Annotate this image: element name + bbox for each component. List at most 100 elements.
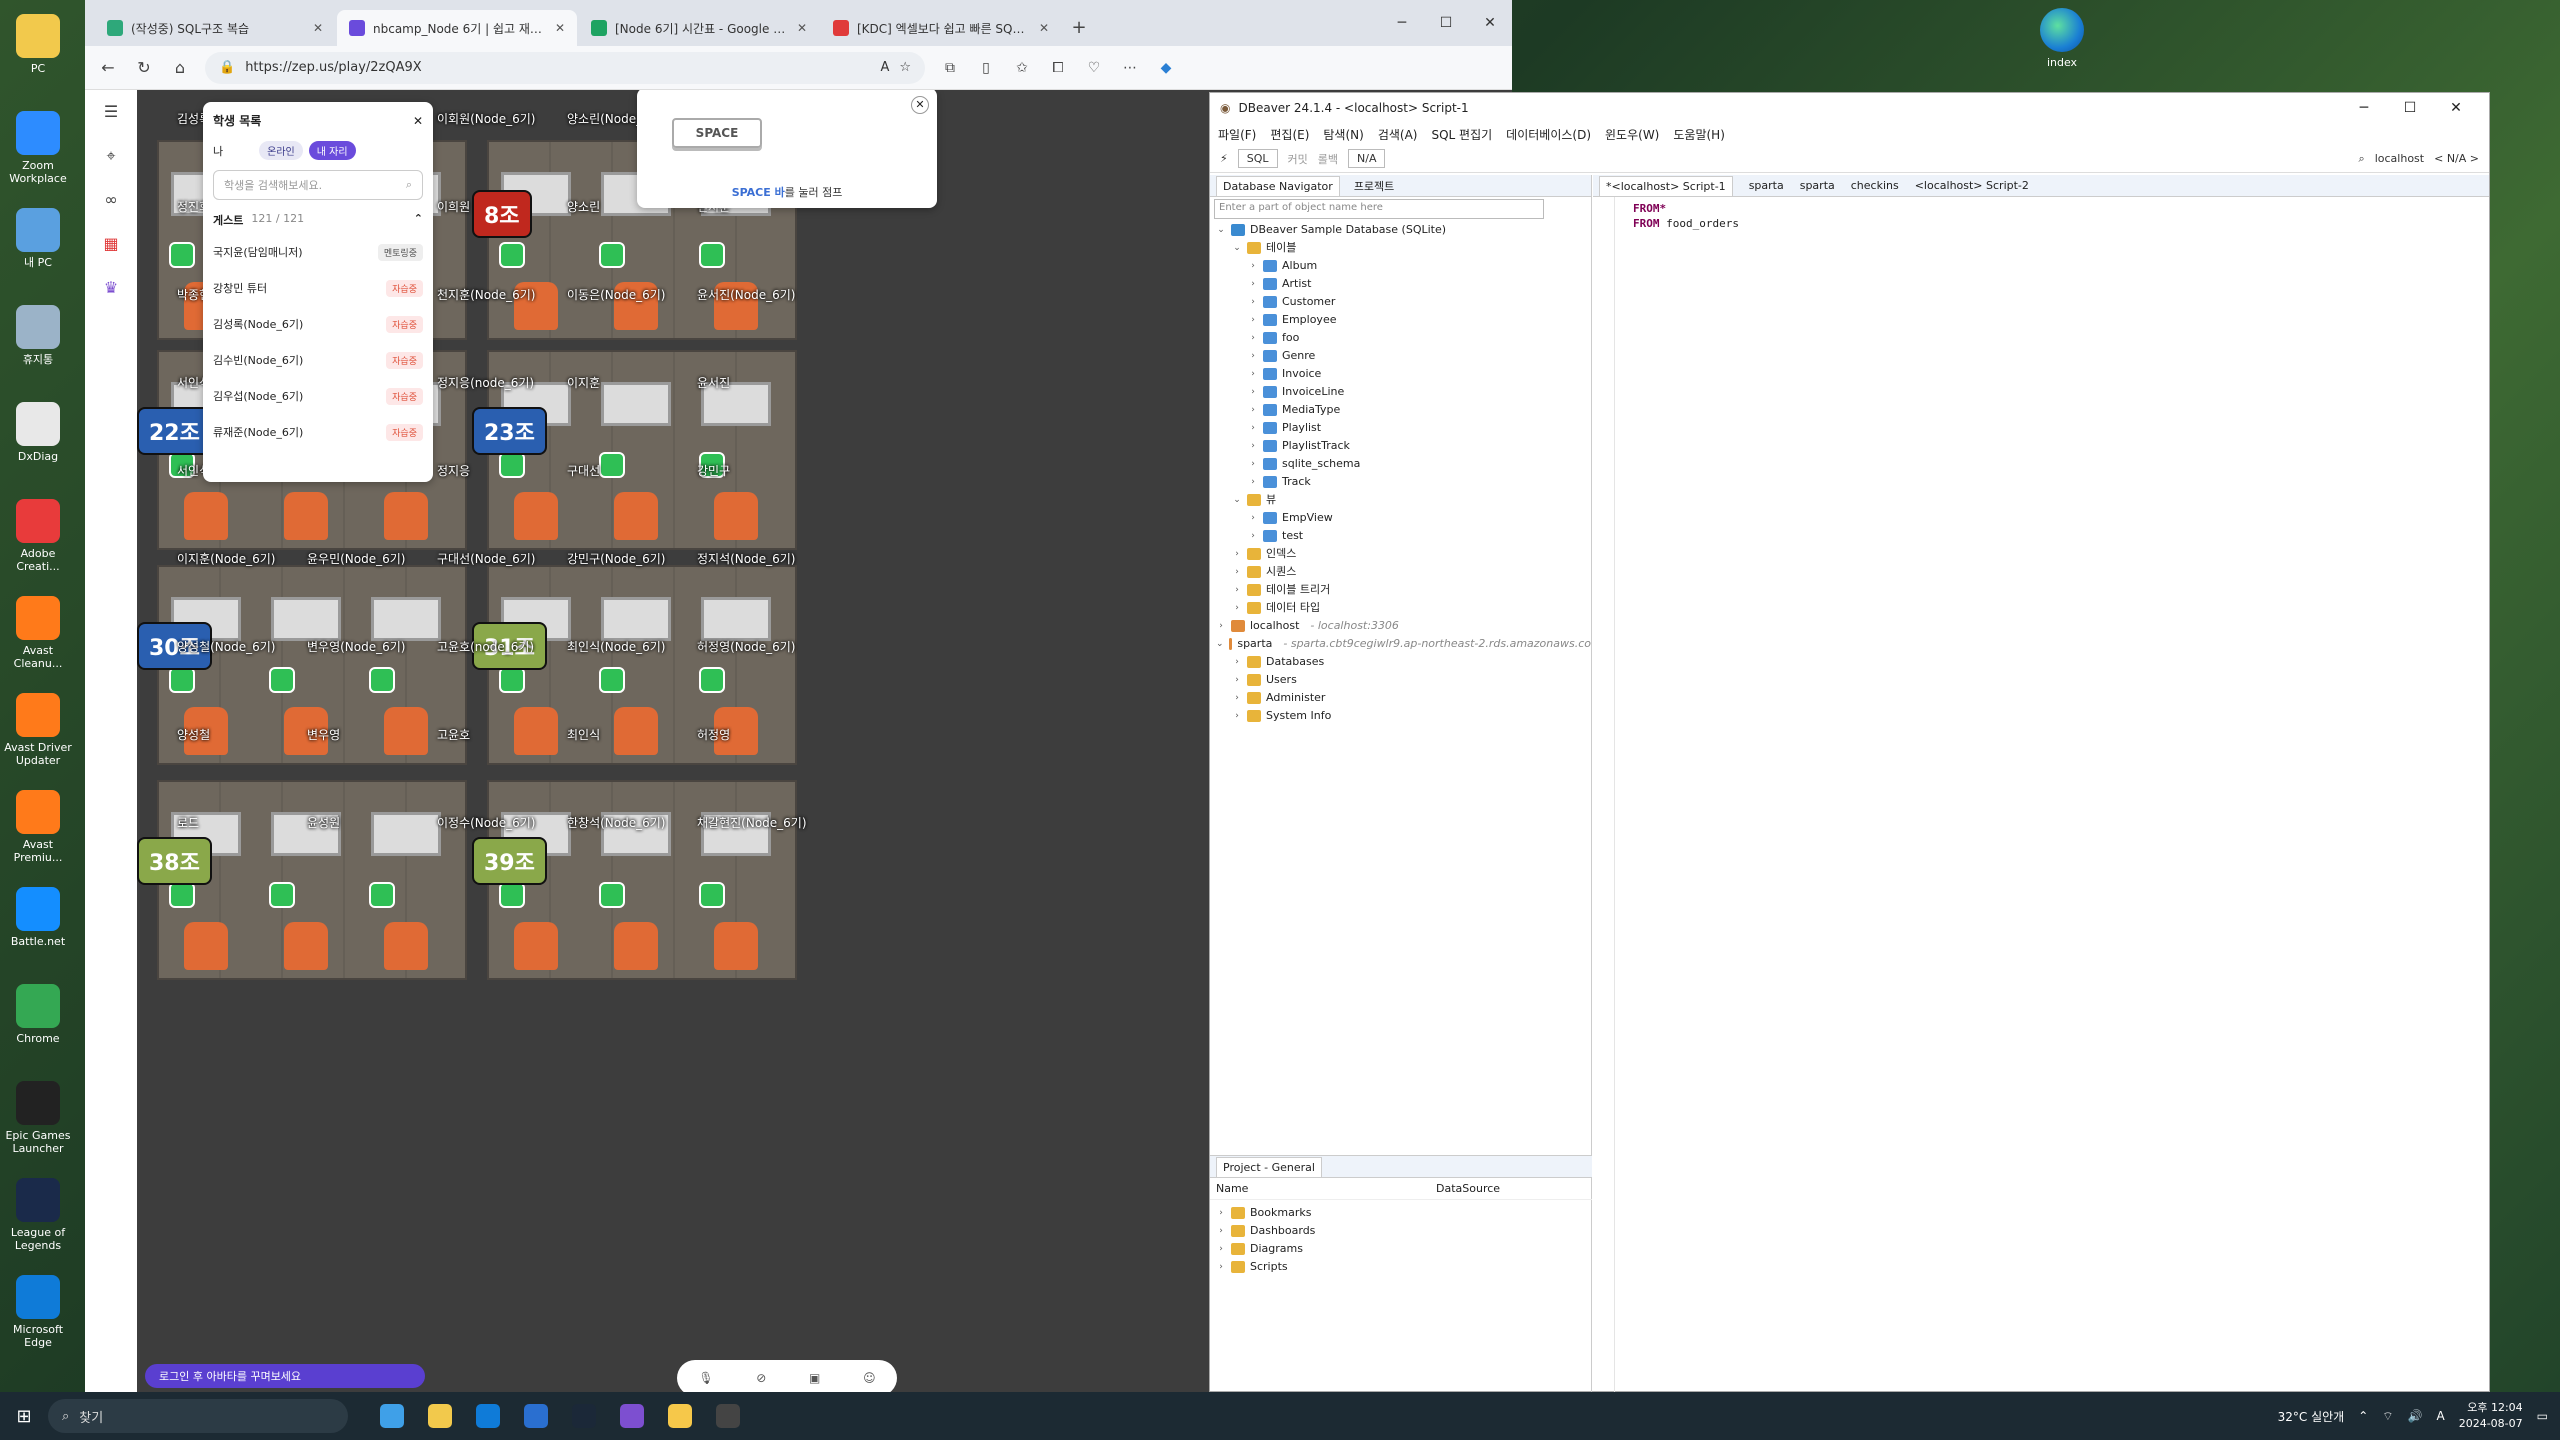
player-name[interactable]: 정지응(node_6기) [437,374,534,391]
close-icon[interactable]: ✕ [1468,15,1512,31]
player-name[interactable]: 윤서진(Node_6기) [697,286,795,303]
player-name[interactable]: 윤서진 [697,374,730,391]
tree-node[interactable]: › 데이터 타입 [1210,599,1591,617]
project-item[interactable]: › Scripts [1216,1258,1586,1276]
player-name[interactable]: 윤우민(Node_6기) [307,550,405,567]
home-icon[interactable]: ⌂ [169,58,191,77]
expand-chevron-icon[interactable]: › [1216,1258,1226,1276]
expand-chevron-icon[interactable]: › [1248,383,1258,401]
desktop-icon[interactable]: Adobe Creati... [0,495,76,592]
schema-selector[interactable]: < N/A > [2434,152,2479,165]
extensions-icon[interactable]: ⧉ [939,60,961,76]
player-name[interactable]: 최인식(Node_6기) [567,638,665,655]
seat-button[interactable] [269,882,295,908]
tree-node[interactable]: › test [1210,527,1591,545]
expand-chevron-icon[interactable]: › [1232,581,1242,599]
tree-node[interactable]: ⌄ DBeaver Sample Database (SQLite) [1210,221,1591,239]
chevron-up-icon[interactable]: ⌃ [414,212,423,228]
camera-off-icon[interactable]: ⊘ [756,1371,766,1385]
mic-off-icon[interactable]: 🎙 [698,1371,713,1385]
notification-icon[interactable]: ▭ [2537,1409,2548,1423]
expand-chevron-icon[interactable]: › [1232,671,1242,689]
tree-node[interactable]: › 시퀀스 [1210,563,1591,581]
minimize-icon[interactable]: ─ [2341,100,2387,116]
read-aloud-icon[interactable]: A [880,60,889,75]
tree-node[interactable]: › foo [1210,329,1591,347]
maximize-icon[interactable]: ☐ [2387,100,2433,116]
menu-item[interactable]: 데이터베이스(D) [1506,126,1591,143]
player-name[interactable]: 이정수(Node_6기) [437,814,535,831]
expand-chevron-icon[interactable]: › [1248,437,1258,455]
tree-node[interactable]: › localhost - localhost:3306 [1210,617,1591,635]
tree-node[interactable]: › Administer [1210,689,1591,707]
taskbar-app[interactable] [420,1396,460,1436]
menu-item[interactable]: 검색(A) [1378,126,1418,143]
tree-node[interactable]: › EmpView [1210,509,1591,527]
tree-node[interactable]: › sqlite_schema [1210,455,1591,473]
network-icon[interactable]: ⌔ [2382,1409,2393,1424]
copilot-icon[interactable]: ◆ [1155,60,1177,76]
tree-node[interactable]: › Artist [1210,275,1591,293]
expand-chevron-icon[interactable]: › [1232,599,1242,617]
browser-tab[interactable]: (작성중) SQL구조 복습 ✕ [95,10,335,46]
tree-node[interactable]: › Album [1210,257,1591,275]
expand-chevron-icon[interactable]: › [1216,1204,1226,1222]
project-item[interactable]: › Diagrams [1216,1240,1586,1258]
editor-tab[interactable]: checkins [1851,179,1899,192]
menu-icon[interactable]: ☰ [100,102,122,124]
expand-chevron-icon[interactable]: › [1232,707,1242,725]
seat-button[interactable] [169,242,195,268]
seat-button[interactable] [599,242,625,268]
player-name[interactable]: 고윤호 [437,726,470,743]
browser-tab[interactable]: nbcamp_Node 6기 | 쉽고 재미있는 ... ✕ [337,10,577,46]
editor-tab[interactable]: *<localhost> Script-1 [1599,175,1733,196]
player-name[interactable]: 로드 [177,814,199,831]
sql-button[interactable]: SQL [1237,149,1278,168]
tree-node[interactable]: › InvoiceLine [1210,383,1591,401]
location-icon[interactable]: ⌖ [100,146,122,168]
expand-chevron-icon[interactable]: › [1248,509,1258,527]
close-icon[interactable]: ✕ [911,96,929,114]
player-name[interactable]: 구대선(Node_6기) [437,550,535,567]
online-status-pill[interactable]: 온라인 [259,141,303,160]
seat-button[interactable] [369,882,395,908]
tree-node[interactable]: › Users [1210,671,1591,689]
close-tab-icon[interactable]: ✕ [797,21,807,35]
taskbar-app[interactable] [612,1396,652,1436]
expand-chevron-icon[interactable]: › [1248,455,1258,473]
link-icon[interactable]: ∞ [100,190,122,212]
editor-tab[interactable]: <localhost> Script-2 [1915,179,2029,192]
tree-node[interactable]: › 테이블 트리거 [1210,581,1591,599]
rollback-button[interactable]: 롤백 [1318,151,1338,167]
taskbar-app[interactable] [516,1396,556,1436]
editor-tab[interactable]: sparta [1800,179,1835,192]
expand-chevron-icon[interactable]: › [1216,617,1226,635]
expand-chevron-icon[interactable]: ⌄ [1216,635,1224,653]
project-item[interactable]: › Dashboards [1216,1222,1586,1240]
taskbar-app[interactable] [660,1396,700,1436]
desktop-icon[interactable]: Zoom Workplace [0,107,76,204]
split-screen-icon[interactable]: ▯ [975,60,997,76]
menu-item[interactable]: 탐색(N) [1323,126,1363,143]
taskbar-app[interactable] [468,1396,508,1436]
expand-chevron-icon[interactable]: › [1248,401,1258,419]
seat-button[interactable] [499,242,525,268]
expand-chevron-icon[interactable]: › [1248,311,1258,329]
menu-item[interactable]: 도움말(H) [1673,126,1725,143]
desktop-icon[interactable]: Epic Games Launcher [0,1077,76,1174]
player-name[interactable]: 구대선 [567,462,600,479]
student-row[interactable]: 김수빈(Node_6기) 자습중 [213,342,423,378]
desktop-icon[interactable]: PC [0,10,76,107]
expand-chevron-icon[interactable]: › [1248,365,1258,383]
new-tab-button[interactable]: + [1061,17,1097,38]
close-icon[interactable]: ✕ [2433,100,2479,116]
player-name[interactable]: 정지응 [437,462,470,479]
taskbar-app[interactable] [564,1396,604,1436]
tree-node[interactable]: › Track [1210,473,1591,491]
avatar-banner[interactable]: 로그인 후 아바타를 꾸며보세요 [145,1364,425,1388]
ime-icon[interactable]: A [2437,1409,2445,1423]
chevron-up-icon[interactable]: ⌃ [2358,1409,2368,1423]
expand-chevron-icon[interactable]: › [1248,473,1258,491]
close-tab-icon[interactable]: ✕ [313,21,323,35]
taskbar-app[interactable] [372,1396,412,1436]
